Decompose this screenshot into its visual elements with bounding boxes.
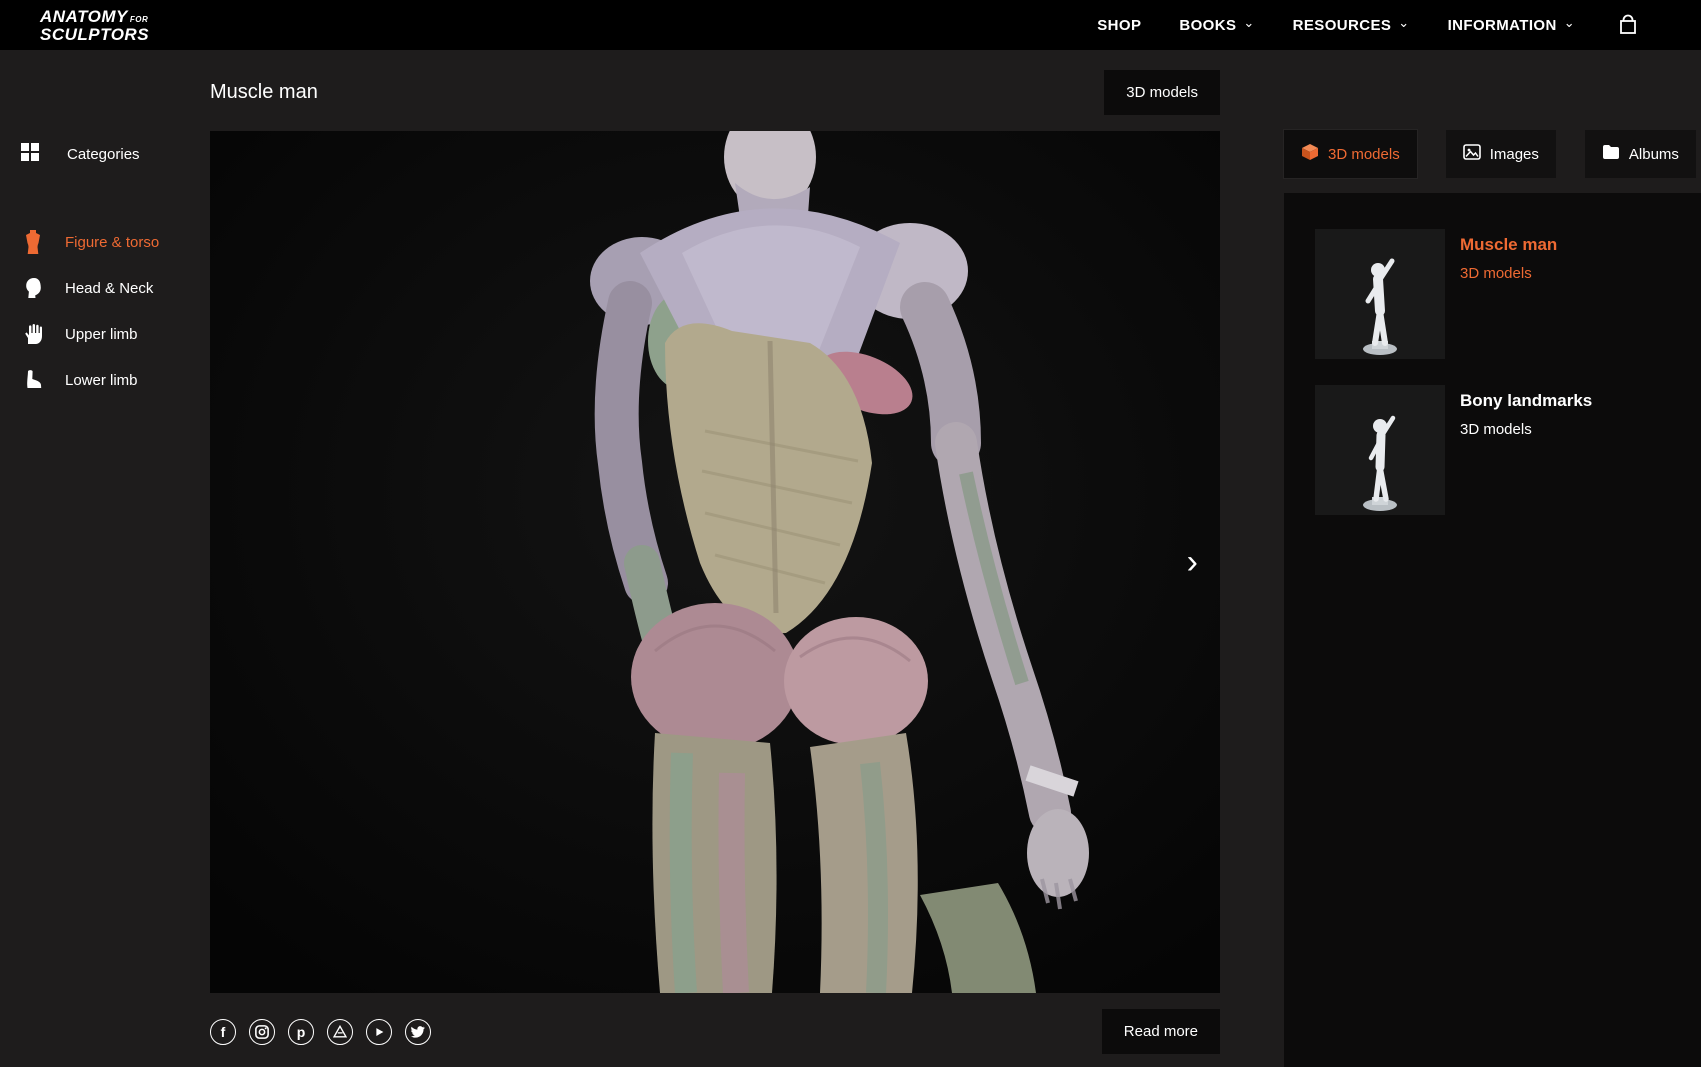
svg-text:f: f <box>221 1024 226 1040</box>
grid-icon <box>20 142 40 167</box>
shopping-bag-icon[interactable] <box>1617 14 1639 36</box>
media-tabs: 3D models Images Albums <box>1284 130 1696 178</box>
page-title: Muscle man <box>210 81 318 104</box>
tab-3d-models[interactable]: 3D models <box>1284 130 1417 178</box>
item-subtitle: 3D models <box>1460 265 1557 282</box>
twitter-icon[interactable] <box>405 1019 431 1045</box>
logo-for: FOR <box>130 15 148 24</box>
top-bar: ANATOMYFOR SCULPTORS SHOP BOOKS⌄ RESOURC… <box>0 0 1701 50</box>
read-more-button[interactable]: Read more <box>1102 1009 1220 1054</box>
nav-books[interactable]: BOOKS⌄ <box>1179 17 1254 34</box>
model-list-panel: Muscle man 3D models <box>1284 193 1701 1067</box>
item-subtitle: 3D models <box>1460 421 1592 438</box>
sidebar-item-lower-limb[interactable]: Lower limb <box>20 357 210 403</box>
chevron-down-icon: ⌄ <box>1564 15 1575 31</box>
nav-resources[interactable]: RESOURCES⌄ <box>1293 17 1410 34</box>
google-drive-icon[interactable] <box>327 1019 353 1045</box>
model-viewer[interactable]: › <box>210 131 1220 993</box>
sidebar-item-label: Head & Neck <box>65 280 153 297</box>
image-icon <box>1463 143 1481 165</box>
item-title: Muscle man <box>1460 235 1557 255</box>
category-badge: 3D models <box>1104 70 1220 115</box>
logo-anatomy: ANATOMY <box>40 7 128 26</box>
nav-shop[interactable]: SHOP <box>1097 17 1141 34</box>
list-item-bony-landmarks[interactable]: Bony landmarks 3D models <box>1315 385 1701 515</box>
hand-icon <box>20 323 46 345</box>
instagram-icon[interactable] <box>249 1019 275 1045</box>
sidebar: Categories Figure & torso Head & Neck Up… <box>0 50 210 1067</box>
categories-label: Categories <box>67 146 140 163</box>
head-icon <box>20 277 46 299</box>
youtube-icon[interactable] <box>366 1019 392 1045</box>
foot-icon <box>20 370 46 390</box>
svg-text:p: p <box>297 1024 306 1040</box>
main-area: Muscle man 3D models <box>210 50 1220 1067</box>
sidebar-item-head-neck[interactable]: Head & Neck <box>20 265 210 311</box>
cube-icon <box>1301 143 1319 165</box>
chevron-down-icon: ⌄ <box>1398 15 1409 31</box>
main-nav: SHOP BOOKS⌄ RESOURCES⌄ INFORMATION⌄ <box>1097 17 1575 34</box>
nav-information[interactable]: INFORMATION⌄ <box>1448 17 1575 34</box>
sidebar-item-figure-torso[interactable]: Figure & torso <box>20 219 210 265</box>
list-item-muscle-man[interactable]: Muscle man 3D models <box>1315 229 1701 359</box>
sidebar-item-label: Figure & torso <box>65 234 159 251</box>
categories-header[interactable]: Categories <box>20 142 210 167</box>
sidebar-item-label: Upper limb <box>65 326 138 343</box>
tab-images[interactable]: Images <box>1446 130 1556 178</box>
chevron-down-icon: ⌄ <box>1243 15 1254 31</box>
model-thumbnail <box>1315 385 1445 515</box>
model-thumbnail <box>1315 229 1445 359</box>
social-links: f p <box>210 1019 431 1045</box>
facebook-icon[interactable]: f <box>210 1019 236 1045</box>
sidebar-item-upper-limb[interactable]: Upper limb <box>20 311 210 357</box>
muscle-man-render <box>210 131 1220 993</box>
sidebar-item-label: Lower limb <box>65 372 138 389</box>
tab-albums[interactable]: Albums <box>1585 130 1696 178</box>
item-title: Bony landmarks <box>1460 391 1592 411</box>
torso-icon <box>20 230 46 254</box>
next-arrow-icon[interactable]: › <box>1187 545 1198 579</box>
logo[interactable]: ANATOMYFOR SCULPTORS <box>40 8 149 43</box>
logo-sculptors: SCULPTORS <box>40 26 149 43</box>
folder-icon <box>1602 144 1620 164</box>
right-panel: 3D models Images Albums <box>1284 50 1701 1067</box>
pinterest-icon[interactable]: p <box>288 1019 314 1045</box>
